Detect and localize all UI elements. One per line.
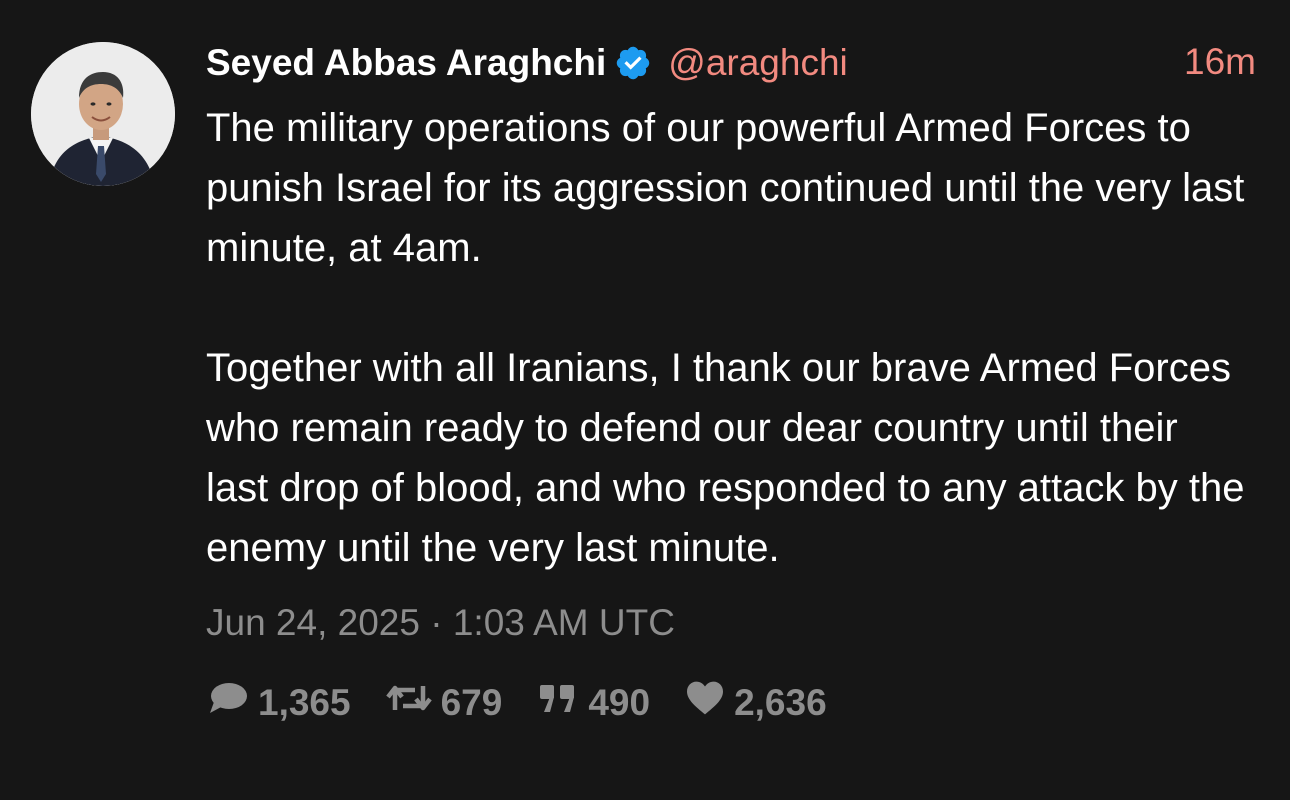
quotes-count: 490 bbox=[588, 681, 651, 723]
tweet-stats: 1,365 679 490 2,636 bbox=[206, 680, 1266, 725]
user-handle[interactable]: @araghchi bbox=[668, 42, 848, 84]
tweet-card: Seyed Abbas Araghchi @araghchi 16m The m… bbox=[0, 0, 1290, 800]
tweet-body: The military operations of our powerful … bbox=[206, 106, 1245, 570]
avatar[interactable] bbox=[31, 42, 175, 186]
heart-icon bbox=[684, 680, 734, 725]
retweet-icon bbox=[385, 680, 441, 725]
verified-badge-icon bbox=[614, 44, 652, 82]
replies-stat[interactable]: 1,365 bbox=[206, 680, 351, 725]
tweet-header: Seyed Abbas Araghchi @araghchi 16m bbox=[206, 38, 1266, 88]
retweets-count: 679 bbox=[440, 681, 503, 723]
likes-stat[interactable]: 2,636 bbox=[684, 680, 827, 725]
avatar-photo bbox=[31, 42, 175, 186]
time-ago[interactable]: 16m bbox=[1184, 41, 1256, 83]
likes-count: 2,636 bbox=[734, 681, 827, 723]
comment-icon bbox=[206, 680, 258, 725]
replies-count: 1,365 bbox=[258, 681, 351, 723]
retweets-stat[interactable]: 679 bbox=[385, 680, 503, 725]
tweet-content: Seyed Abbas Araghchi @araghchi 16m The m… bbox=[206, 38, 1266, 725]
quote-icon bbox=[536, 680, 588, 725]
tweet-timestamp[interactable]: Jun 24, 2025 · 1:03 AM UTC bbox=[206, 602, 1266, 644]
display-name[interactable]: Seyed Abbas Araghchi bbox=[206, 42, 606, 84]
quotes-stat[interactable]: 490 bbox=[536, 680, 650, 725]
